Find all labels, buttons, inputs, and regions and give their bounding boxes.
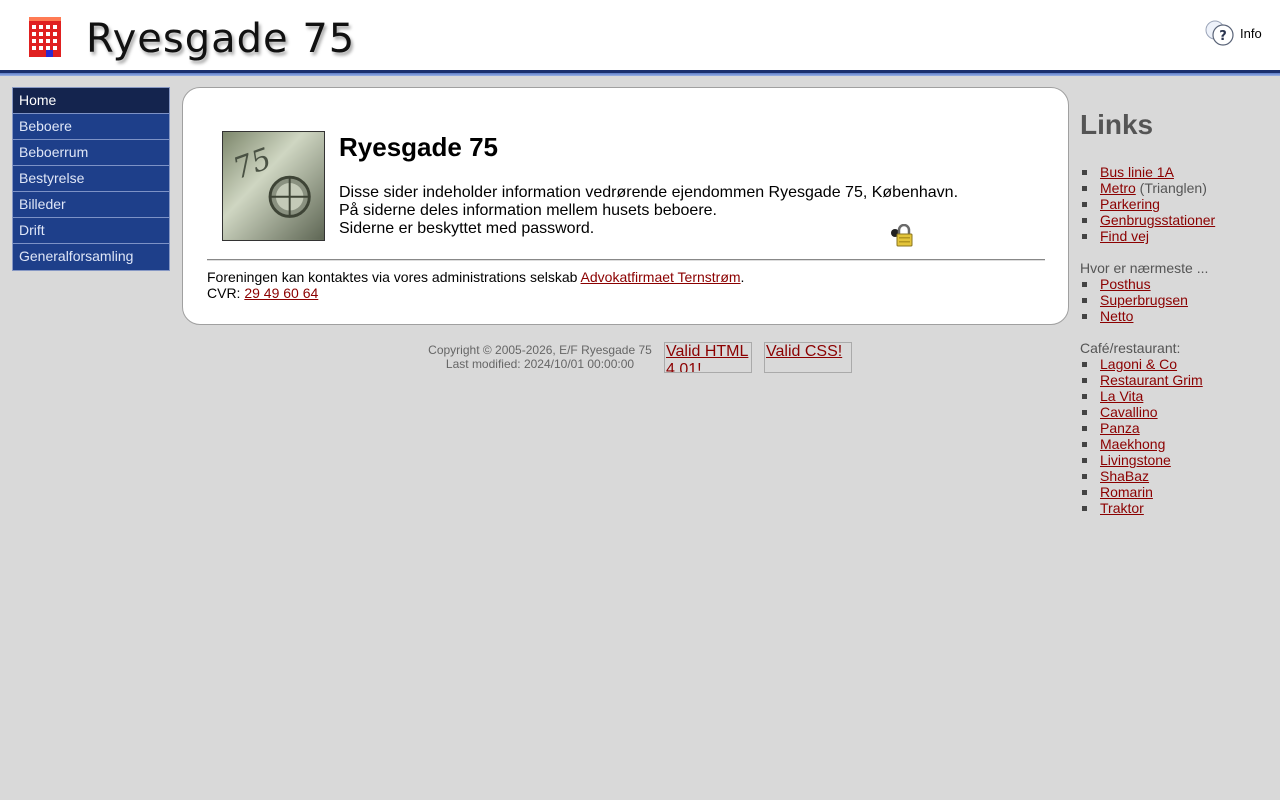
link-cafe[interactable]: Traktor [1100, 500, 1144, 516]
valid-html-badge[interactable]: Valid HTML 4.01! [664, 342, 752, 373]
list-item: Cavallino [1080, 404, 1275, 420]
list-item: Netto [1080, 308, 1275, 324]
intro-line: På siderne deles information mellem huse… [339, 202, 717, 219]
list-item: Bus linie 1A [1080, 164, 1275, 180]
info-label: Info [1240, 25, 1262, 41]
intro-text: Disse sider indeholder information vedrø… [339, 184, 958, 238]
padlock-icon [891, 224, 913, 247]
link-cafe[interactable]: ShaBaz [1100, 468, 1149, 484]
list-item: La Vita [1080, 388, 1275, 404]
link-find-vej[interactable]: Find vej [1100, 228, 1149, 244]
contact-end: . [740, 269, 745, 285]
intro-line: Disse sider indeholder information vedrø… [339, 184, 959, 201]
main-navigation: Home Beboere Beboerrum Bestyrelse Billed… [12, 87, 170, 271]
cvr-link[interactable]: 29 49 60 64 [244, 285, 318, 301]
link-cafe[interactable]: Romarin [1100, 484, 1153, 500]
list-item: Superbrugsen [1080, 292, 1275, 308]
link-superbrugsen[interactable]: Superbrugsen [1100, 292, 1188, 308]
nav-item-beboerrum[interactable]: Beboerrum [13, 140, 169, 166]
link-genbrug[interactable]: Genbrugsstationer [1100, 212, 1215, 228]
nav-item-bestyrelse[interactable]: Bestyrelse [13, 166, 169, 192]
link-cafe[interactable]: Cavallino [1100, 404, 1158, 420]
list-item: Panza [1080, 420, 1275, 436]
cafe-label: Café/restaurant: [1080, 340, 1181, 356]
link-cafe[interactable]: Restaurant Grim [1100, 372, 1203, 388]
cvr-label: CVR: [207, 285, 245, 301]
info-link[interactable]: ? Info [1204, 18, 1262, 48]
main-links-list: Bus linie 1A Metro (Trianglen) Parkering… [1080, 164, 1275, 244]
list-item: Posthus [1080, 276, 1275, 292]
link-parkering[interactable]: Parkering [1100, 196, 1160, 212]
metro-note: (Trianglen) [1135, 180, 1207, 196]
building-logo-icon [29, 17, 61, 57]
list-item: Parkering [1080, 196, 1275, 212]
intro-line: Siderne er beskyttet med password. [339, 220, 595, 237]
list-item: Genbrugsstationer [1080, 212, 1275, 228]
main-content-panel: 75 Ryesgade 75 Disse sider indeholder in… [182, 87, 1069, 325]
contact-line: Foreningen kan kontaktes via vores admin… [207, 269, 744, 285]
nav-item-beboere[interactable]: Beboere [13, 114, 169, 140]
cafe-list: Lagoni & Co Restaurant Grim La Vita Cava… [1080, 356, 1275, 516]
content-divider [207, 259, 1045, 261]
link-cafe[interactable]: Livingstone [1100, 452, 1171, 468]
list-item: Maekhong [1080, 436, 1275, 452]
house-number-photo: 75 [222, 131, 325, 241]
list-item: Lagoni & Co [1080, 356, 1275, 372]
link-cafe[interactable]: La Vita [1100, 388, 1143, 404]
nearest-label: Hvor er nærmeste ... [1080, 260, 1209, 276]
nav-item-generalforsamling[interactable]: Generalforsamling [13, 244, 169, 270]
nav-item-billeder[interactable]: Billeder [13, 192, 169, 218]
link-cafe[interactable]: Maekhong [1100, 436, 1165, 452]
link-bus[interactable]: Bus linie 1A [1100, 164, 1174, 180]
page-title: Ryesgade 75 [339, 132, 498, 162]
site-title: Ryesgade 75 [86, 16, 356, 62]
list-item: Metro (Trianglen) [1080, 180, 1275, 196]
link-metro[interactable]: Metro [1100, 180, 1136, 196]
nearest-list: Posthus Superbrugsen Netto [1080, 276, 1275, 324]
list-item: Restaurant Grim [1080, 372, 1275, 388]
contact-text: Foreningen kan kontaktes via vores admin… [207, 269, 581, 285]
links-sidebar: Links Bus linie 1A Metro (Trianglen) Par… [1080, 108, 1275, 532]
page-header: Ryesgade 75 ? Info [0, 0, 1280, 70]
last-modified-text: Last modified: 2024/10/01 00:00:00 [445, 357, 635, 371]
copyright-text: Copyright © 2005-2026, E/F Ryesgade 75 [428, 343, 652, 357]
nav-item-drift[interactable]: Drift [13, 218, 169, 244]
header-divider [0, 70, 1280, 76]
list-item: Traktor [1080, 500, 1275, 516]
help-info-icon: ? [1205, 20, 1234, 46]
footer-info: Copyright © 2005-2026, E/F Ryesgade 75 L… [420, 343, 660, 371]
list-item: Find vej [1080, 228, 1275, 244]
contact-info: Foreningen kan kontaktes via vores admin… [207, 269, 744, 301]
valid-css-badge[interactable]: Valid CSS! [764, 342, 852, 373]
link-cafe[interactable]: Lagoni & Co [1100, 356, 1177, 372]
list-item: Livingstone [1080, 452, 1275, 468]
list-item: Romarin [1080, 484, 1275, 500]
link-netto[interactable]: Netto [1100, 308, 1133, 324]
link-posthus[interactable]: Posthus [1100, 276, 1151, 292]
nav-item-home[interactable]: Home [13, 88, 169, 114]
link-cafe[interactable]: Panza [1100, 420, 1140, 436]
links-heading: Links [1080, 109, 1154, 140]
svg-text:?: ? [1219, 29, 1227, 44]
list-item: ShaBaz [1080, 468, 1275, 484]
cvr-line: CVR: 29 49 60 64 [207, 285, 744, 301]
administrator-link[interactable]: Advokatfirmaet Ternstrøm [581, 269, 741, 285]
